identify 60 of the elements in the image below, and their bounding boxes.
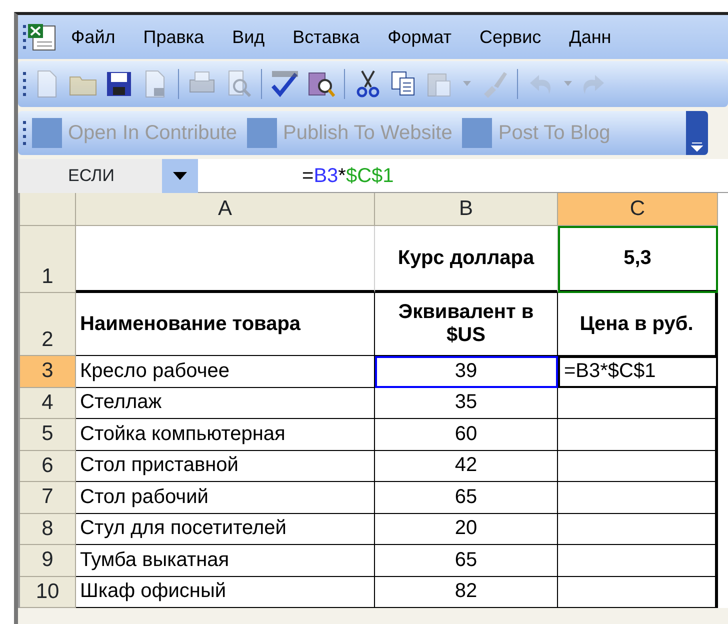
table-cell[interactable]: Стол рабочий bbox=[76, 482, 375, 514]
chevron-icon bbox=[691, 142, 703, 152]
column-header[interactable]: B bbox=[375, 193, 558, 226]
table-cell[interactable] bbox=[558, 419, 718, 450]
menu-item[interactable]: Данн bbox=[555, 24, 626, 50]
menu-item[interactable]: Вставка bbox=[278, 24, 374, 50]
row-header[interactable]: 1 bbox=[20, 226, 76, 293]
toolbar-options-button[interactable] bbox=[686, 111, 708, 155]
row-header[interactable]: 4 bbox=[20, 388, 76, 419]
table-cell[interactable]: Тумба выкатная bbox=[76, 545, 375, 576]
table-cell[interactable]: 65 bbox=[375, 545, 558, 576]
table-cell[interactable] bbox=[558, 545, 718, 576]
row-header[interactable]: 6 bbox=[20, 450, 76, 482]
row-header[interactable]: 7 bbox=[20, 482, 76, 514]
table-cell[interactable] bbox=[558, 450, 718, 482]
formula-field[interactable]: =B3*$C$1 bbox=[198, 160, 394, 190]
table-cell[interactable]: Кресло рабочее bbox=[76, 356, 375, 388]
table-cell[interactable]: Стол приставной bbox=[76, 450, 375, 482]
grip-icon[interactable] bbox=[22, 70, 27, 98]
table-cell[interactable]: 42 bbox=[375, 450, 558, 482]
table-cell[interactable]: 35 bbox=[375, 388, 558, 419]
table-cell[interactable] bbox=[558, 514, 718, 545]
table-cell[interactable]: 20 bbox=[375, 514, 558, 545]
table-cell[interactable]: Стеллаж bbox=[76, 388, 375, 419]
spreadsheet-icon[interactable] bbox=[27, 22, 57, 52]
table-cell[interactable]: Стул для посетителей bbox=[76, 514, 375, 545]
table-cell[interactable]: 39 bbox=[375, 356, 558, 388]
column-header[interactable]: A bbox=[76, 193, 375, 226]
table-cell[interactable] bbox=[558, 576, 718, 608]
menu-item[interactable]: Формат bbox=[374, 24, 466, 50]
table-cell[interactable]: 65 bbox=[375, 482, 558, 514]
row-header[interactable]: 9 bbox=[20, 545, 76, 576]
table-cell[interactable] bbox=[558, 388, 718, 419]
square-icon bbox=[32, 118, 62, 148]
table-cell[interactable]: Курс доллара bbox=[375, 226, 558, 293]
row-header[interactable]: 8 bbox=[20, 514, 76, 545]
cell-input-field[interactable]: =B3*$C$1 bbox=[558, 356, 718, 388]
menu-item[interactable]: Файл bbox=[57, 24, 130, 50]
table-cell[interactable]: Наименование товара bbox=[76, 293, 375, 356]
table-cell[interactable] bbox=[558, 482, 718, 514]
menu-item[interactable]: Вид bbox=[218, 24, 279, 50]
column-header[interactable]: C bbox=[558, 193, 718, 226]
table-cell[interactable]: Эквивалент в $US bbox=[375, 293, 558, 356]
menu-item[interactable]: Сервис bbox=[466, 24, 556, 50]
grip-icon[interactable] bbox=[22, 23, 27, 51]
row-header[interactable]: 5 bbox=[20, 419, 76, 450]
name-box[interactable]: ЕСЛИ bbox=[18, 158, 198, 192]
table-cell[interactable]: 60 bbox=[375, 419, 558, 450]
table-cell[interactable]: 5,3 bbox=[558, 226, 718, 293]
row-header[interactable]: 10 bbox=[20, 576, 76, 608]
table-cell[interactable]: Стойка компьютерная bbox=[76, 419, 375, 450]
spelling-check-icon[interactable] bbox=[269, 68, 301, 100]
menu-item[interactable]: Правка bbox=[129, 24, 218, 50]
square-icon bbox=[247, 118, 277, 148]
square-icon bbox=[462, 118, 492, 148]
grip-icon[interactable] bbox=[22, 119, 27, 147]
table-cell[interactable]: 82 bbox=[375, 576, 558, 608]
row-header[interactable]: 3 bbox=[20, 356, 76, 388]
table-cell[interactable]: Шкаф офисный bbox=[76, 576, 375, 608]
row-header[interactable]: 2 bbox=[20, 293, 76, 356]
